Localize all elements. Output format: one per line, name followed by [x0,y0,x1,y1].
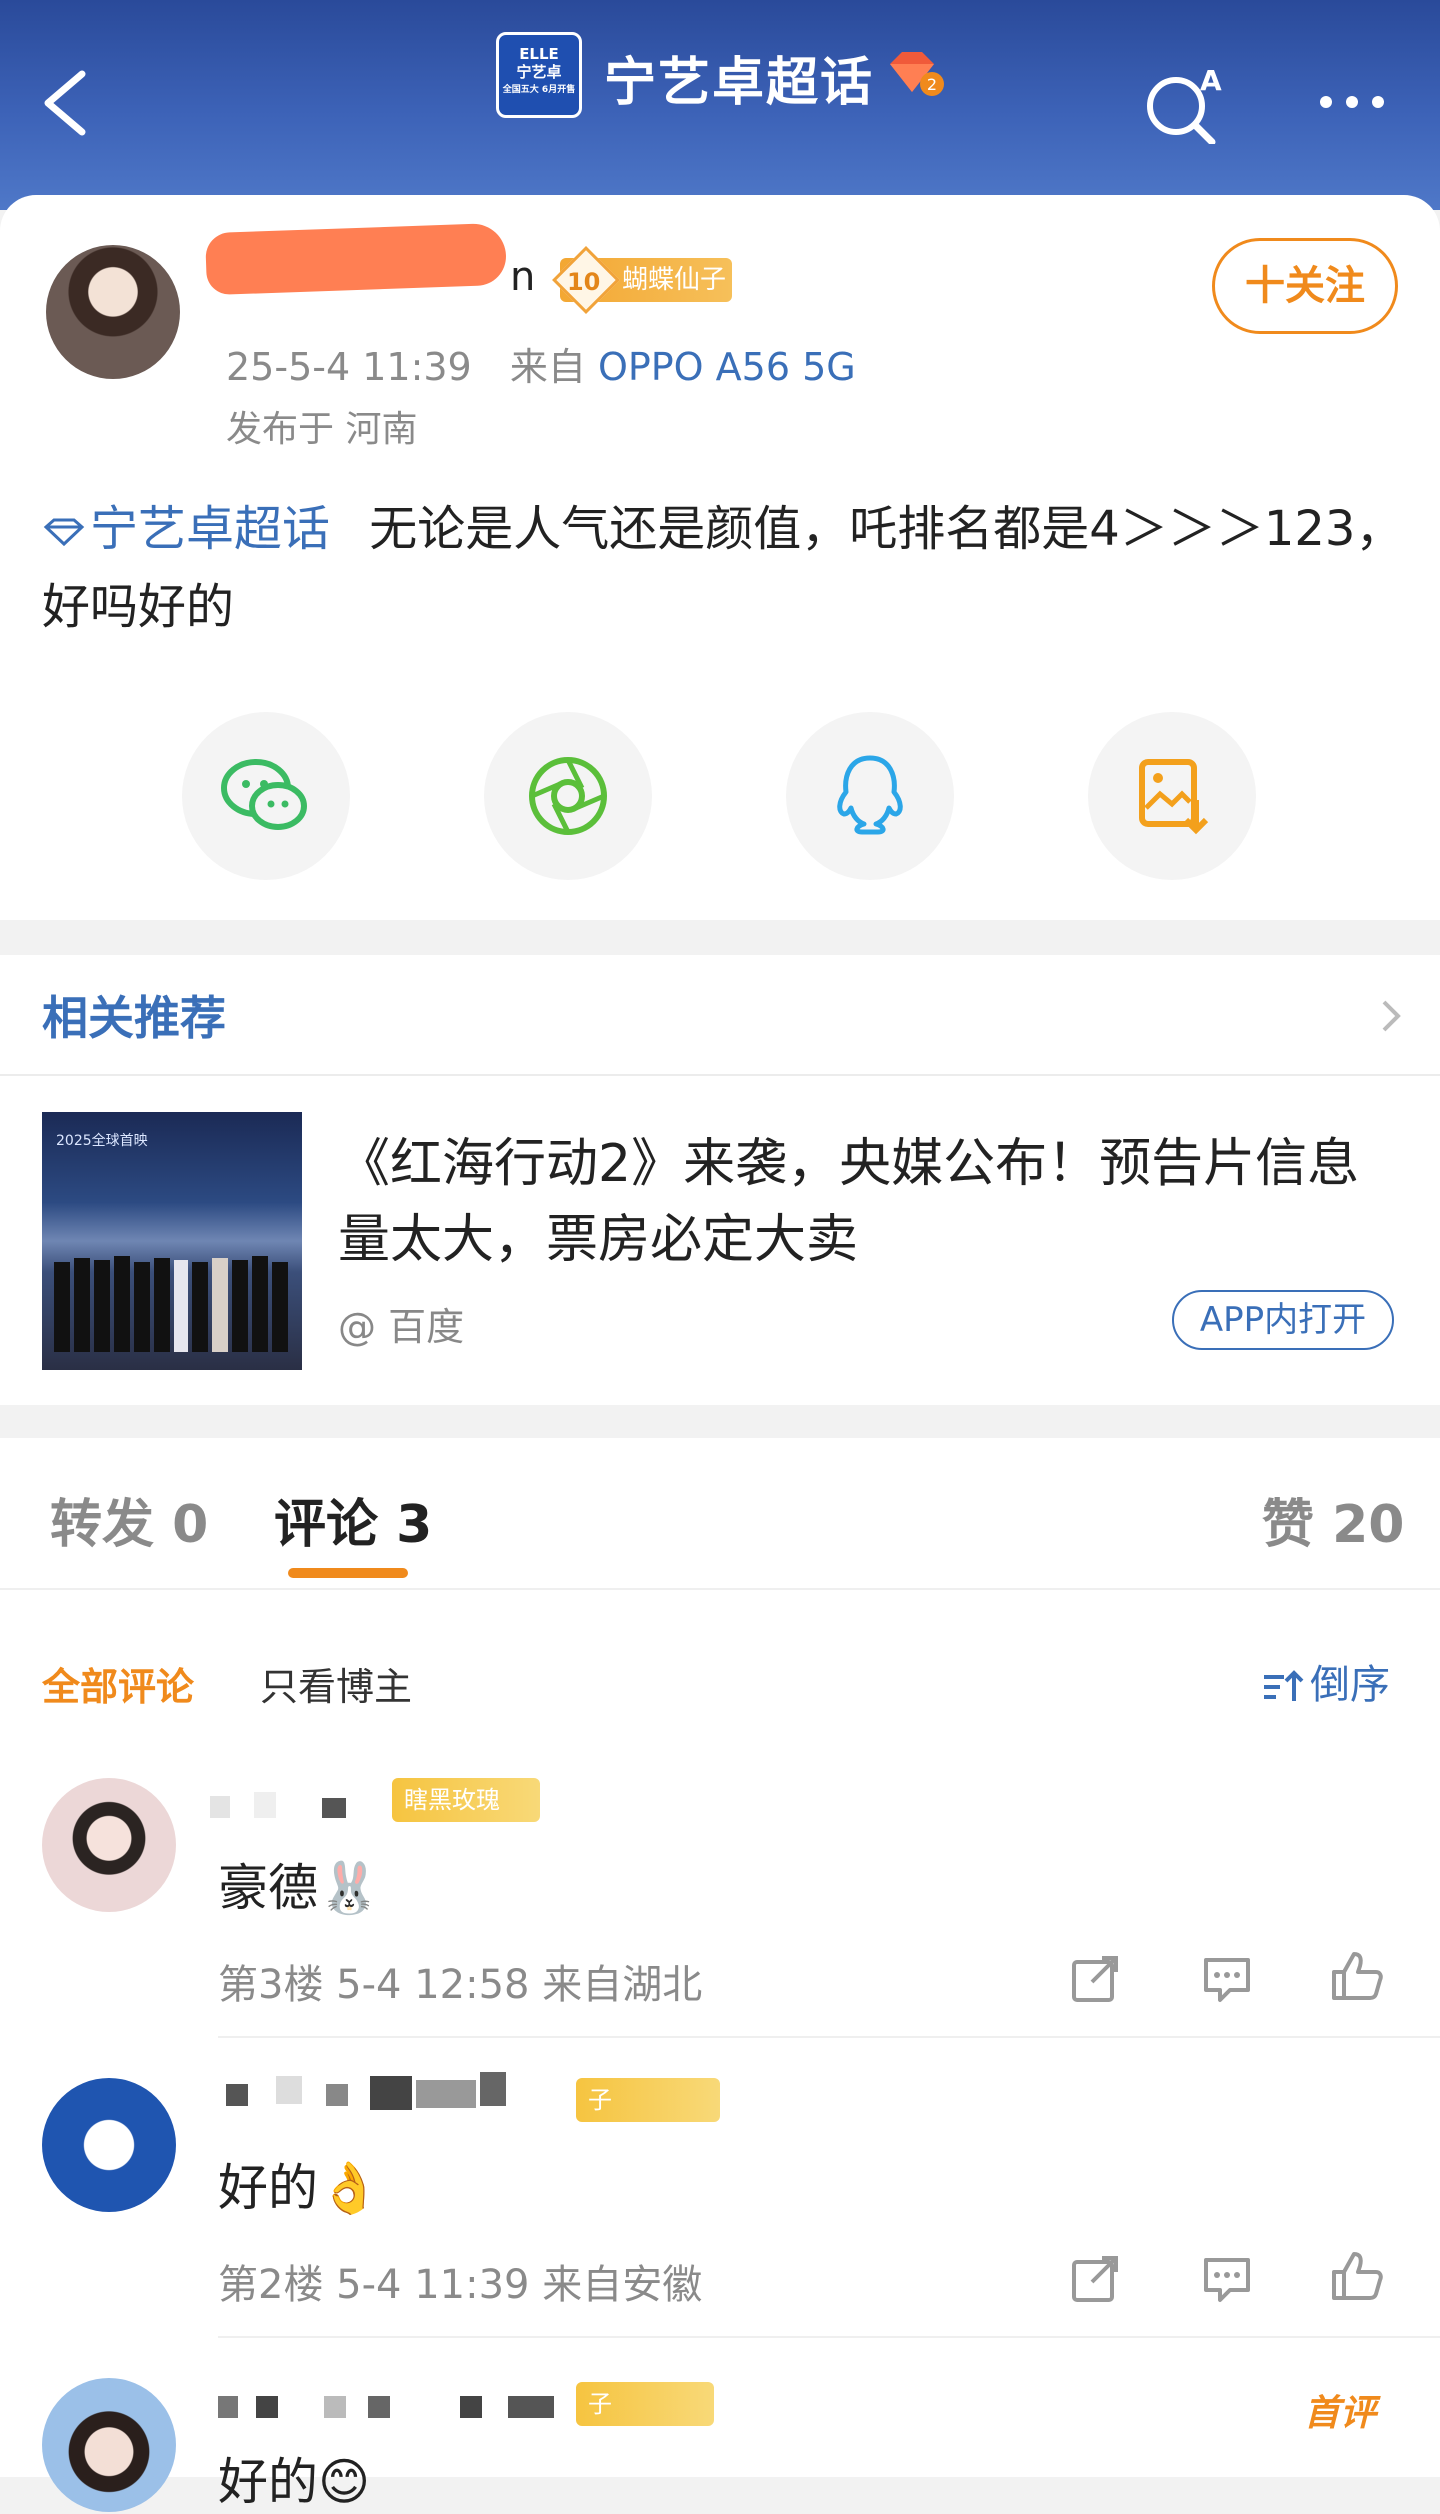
related-source: @ 百度 [338,1305,465,1349]
topic-link-label: 宁艺卓超话 [90,501,331,557]
active-tab-indicator [288,1568,408,1578]
logo-line-2: 宁艺卓 [516,63,562,81]
like-icon[interactable] [1330,1948,1384,2002]
thumb-caption: 2025全球首映 [56,1133,148,1149]
post-device[interactable]: OPPO A56 5G [598,345,856,389]
reply-icon[interactable] [1200,2252,1254,2306]
save-image-button[interactable] [1088,712,1256,880]
back-arrow-icon[interactable] [38,68,94,138]
divider [218,2336,1440,2338]
divider [218,2036,1440,2038]
first-comment-tag: 首评 [1304,2393,1377,2434]
wechat-icon [221,759,307,830]
moments-icon [529,757,607,835]
post-body: 宁艺卓超话 无论是人气还是颜值，吒排名都是4＞＞＞123，好吗好的 [42,490,1412,646]
follow-button[interactable]: 十关注 [1212,238,1398,334]
author-avatar[interactable] [46,245,180,379]
comment-username-blurred[interactable] [210,1792,390,1822]
thumb-people-image [54,1256,288,1352]
share-qq-button[interactable] [786,712,954,880]
like-icon[interactable] [1330,2248,1384,2302]
ai-search-icon[interactable]: AI [1144,60,1224,144]
svg-text:2: 2 [927,75,937,94]
save-image-icon [1139,759,1209,835]
comment-username-blurred[interactable] [218,2392,578,2422]
svg-text:AI: AI [1200,64,1224,97]
share-comment-icon[interactable] [1068,2252,1122,2306]
gem-level-icon: 2 [890,52,944,96]
filter-all-comments[interactable]: 全部评论 [42,1656,194,1711]
comment-meta: 第3楼 5-4 12:58 来自湖北 [218,1962,703,2008]
logo-line-3: 全国五大 6月开售 [502,85,576,95]
divider [0,1588,1440,1590]
share-wechat-button[interactable] [182,712,350,880]
diamond-icon [43,518,85,547]
open-in-app-button[interactable]: APP内打开 [1172,1290,1394,1350]
sort-button[interactable]: 倒序 [1262,1652,1390,1710]
sort-icon [1264,1670,1304,1701]
tab-likes[interactable]: 赞 20 [1262,1482,1404,1557]
comment-fan-badge: 瞎黑玫瑰 [392,1778,540,1822]
post-meta: 25-5-4 11:39 来自 OPPO A56 5G [226,336,856,391]
comment-fan-badge: 子 [576,2382,714,2426]
sort-label: 倒序 [1310,1662,1390,1708]
topic-title[interactable]: 宁艺卓超话 [604,40,874,115]
related-title: 相关推荐 [42,991,226,1045]
more-options-icon[interactable] [1316,92,1388,112]
comment-avatar[interactable] [42,2078,176,2212]
tab-repost[interactable]: 转发 0 [50,1482,208,1557]
comment-text: 好的👌 [218,2159,381,2217]
comment-username-blurred[interactable] [226,2072,586,2110]
related-thumbnail[interactable]: 2025全球首映 [42,1112,302,1370]
comment-fan-badge: 子 [576,2078,720,2122]
comment-avatar[interactable] [42,1778,176,1912]
tab-comment[interactable]: 评论 3 [274,1482,432,1557]
share-comment-icon[interactable] [1068,1952,1122,2006]
comment-meta: 第2楼 5-4 11:39 来自安徽 [218,2262,703,2308]
filter-author-only[interactable]: 只看博主 [260,1656,412,1711]
comment-text: 好的😊 [218,2453,371,2511]
post-time: 25-5-4 11:39 [226,345,472,389]
comment-avatar[interactable] [42,2378,176,2512]
related-headline[interactable]: 《红海行动2》来袭，央媒公布！预告片信息量太大，票房必定大卖 [338,1126,1398,1278]
topic-logo[interactable]: ELLE 宁艺卓 全国五大 6月开售 [496,32,582,118]
reply-icon[interactable] [1200,1952,1254,2006]
qq-icon [837,755,903,835]
logo-line-1: ELLE [519,45,559,63]
post-location: 发布于 河南 [226,409,418,450]
comment-text: 豪德🐰 [218,1859,381,1917]
share-moments-button[interactable] [484,712,652,880]
divider [0,1074,1440,1076]
topic-link[interactable]: 宁艺卓超话 [42,501,330,557]
username-tail[interactable]: n [510,254,535,300]
from-prefix: 来自 [509,345,586,389]
username-redacted[interactable] [205,222,507,296]
chevron-right-icon[interactable] [1378,996,1404,1036]
